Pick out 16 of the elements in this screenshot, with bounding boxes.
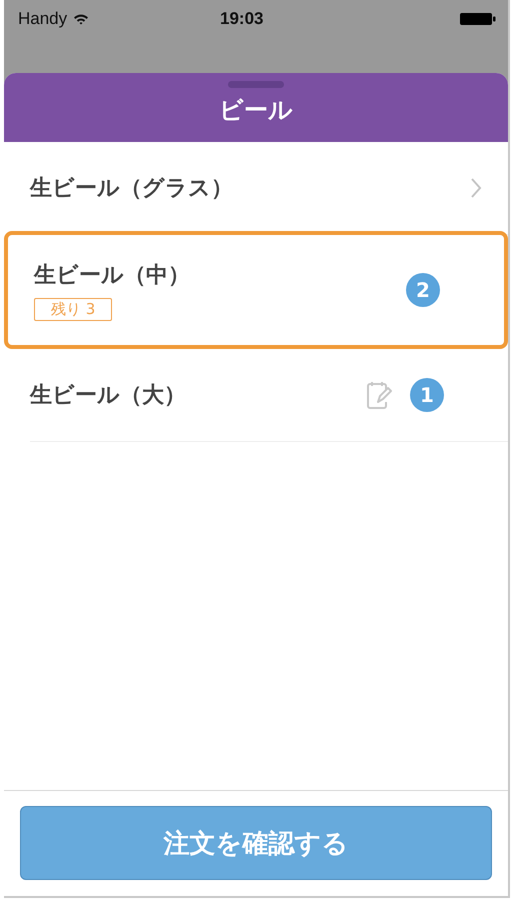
- sheet-title: ビール: [219, 95, 293, 126]
- battery-icon: [460, 12, 496, 26]
- stock-tag: 残り 3: [34, 298, 112, 320]
- status-time: 19:03: [220, 9, 264, 29]
- menu-item[interactable]: 生ビール（大） 1: [30, 349, 508, 442]
- item-name: 生ビール（グラス）: [30, 175, 233, 203]
- menu-item[interactable]: 生ビール（グラス）: [30, 142, 508, 235]
- wifi-icon: [73, 13, 90, 25]
- carrier-name: Handy: [18, 9, 68, 29]
- count-badge: 2: [406, 273, 440, 307]
- count-badge: 1: [410, 378, 444, 412]
- note-icon[interactable]: [366, 380, 392, 410]
- menu-item[interactable]: 生ビール（中） 残り 3 2: [4, 231, 508, 349]
- drag-handle[interactable]: [228, 81, 284, 88]
- item-name: 生ビール（大）: [30, 382, 186, 410]
- item-name: 生ビール（中）: [34, 262, 190, 290]
